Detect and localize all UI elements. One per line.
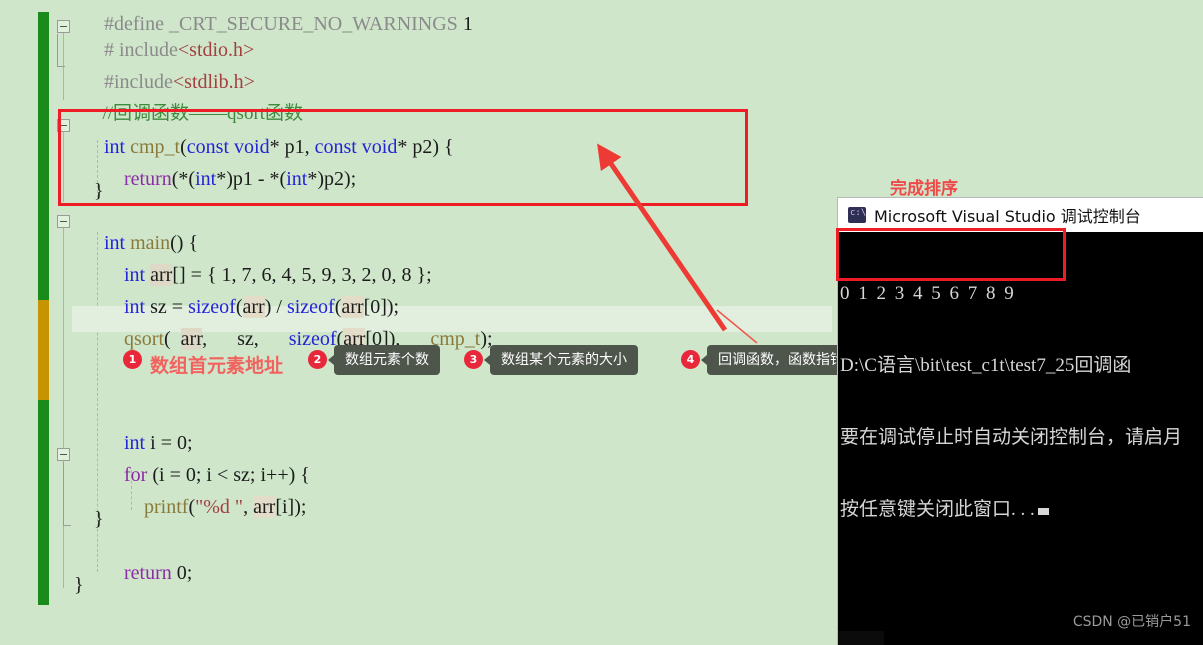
code-line-printf: printf("%d ", arr[i]); xyxy=(144,496,307,518)
collapse-box-main-fn[interactable] xyxy=(57,215,70,228)
code-token-arg-arr: arr xyxy=(180,328,203,350)
param-badge-4: 4 xyxy=(681,350,700,369)
code-token-return-main: return xyxy=(124,562,172,584)
change-bar-saved-top xyxy=(38,12,49,300)
code-token-define-value: 1 xyxy=(462,13,473,35)
console-output-area[interactable]: 0 1 2 3 4 5 6 7 8 9 D:\C语言\bit\test_c1t\… xyxy=(838,232,1203,570)
screenshot-root: #define _CRT_SECURE_NO_WARNINGS 1 # incl… xyxy=(0,0,1203,645)
scope-guide-outer xyxy=(63,30,64,100)
console-line-output: 0 1 2 3 4 5 6 7 8 9 xyxy=(840,283,1016,304)
console-line-prompt: 按任意键关闭此窗口. . . xyxy=(840,498,1203,522)
label-sorting-complete: 完成排序 xyxy=(890,179,958,199)
code-token-printf: printf xyxy=(144,496,189,518)
collapse-tail-include xyxy=(57,34,58,67)
collapse-foot-include xyxy=(57,66,65,67)
code-token-return-zero: 0 xyxy=(176,562,187,584)
param-tooltip-2: 数组元素个数 xyxy=(328,345,440,375)
code-line-for-close: } xyxy=(74,508,104,530)
highlight-rect-cmp-function xyxy=(58,109,748,206)
code-token-format-string: "%d " xyxy=(195,496,244,518)
collapse-box-include[interactable] xyxy=(57,20,70,33)
console-title-bar[interactable]: Microsoft Visual Studio 调试控制台 xyxy=(838,198,1203,232)
console-line-hint: 要在调试停止时自动关闭控制台，请启月 xyxy=(840,427,1183,448)
code-token-sizeof-3: sizeof xyxy=(288,328,337,350)
code-token-qsort: qsort xyxy=(124,328,164,350)
param-label-1: 数组首元素地址 xyxy=(150,355,284,377)
code-line-main-close: } xyxy=(74,574,84,596)
scope-guide-main xyxy=(63,216,64,588)
param-tooltip-4: 回调函数，函数指针 xyxy=(701,345,855,375)
change-bar-modified xyxy=(38,300,49,400)
csdn-watermark: CSDN @已销户51 xyxy=(1072,614,1191,630)
console-line-path: D:\C语言\bit\test_c1t\test7_25回调函 xyxy=(840,355,1132,376)
collapse-foot-for xyxy=(63,525,71,526)
collapse-box-for-loop[interactable] xyxy=(57,448,70,461)
console-title-text: Microsoft Visual Studio 调试控制台 xyxy=(874,207,1141,226)
console-app-icon xyxy=(848,207,866,223)
console-caret xyxy=(1037,508,1049,515)
taskbar-nub xyxy=(838,631,884,645)
param-badge-2: 2 xyxy=(308,350,327,369)
code-token-arr-print: arr xyxy=(253,496,276,518)
param-tooltip-3: 数组某个元素的大小 xyxy=(484,345,638,375)
code-line-return: return 0; xyxy=(124,562,193,584)
param-badge-3: 3 xyxy=(464,350,483,369)
highlight-rect-console-output xyxy=(836,228,1066,281)
collapse-tail-for xyxy=(63,462,64,525)
change-bar-saved-bottom xyxy=(38,400,49,605)
code-token-arg-sz: sz xyxy=(237,328,254,350)
param-badge-1: 1 xyxy=(123,350,142,369)
